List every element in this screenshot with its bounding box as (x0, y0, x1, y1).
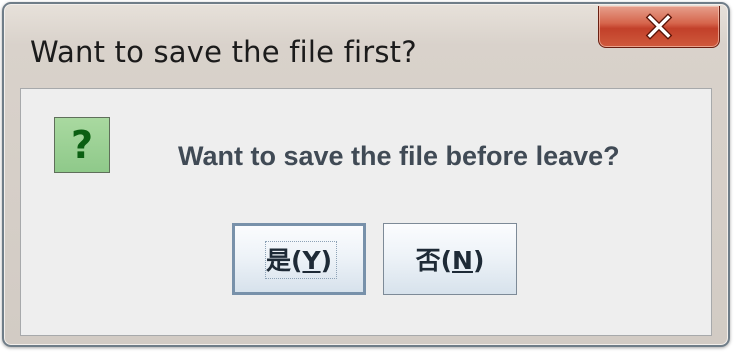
window-title: Want to save the file first? (30, 35, 417, 69)
dialog-window: Want to save the file first? ? Want to s… (2, 2, 730, 347)
no-button-label: 否(N) (415, 246, 485, 275)
dialog-message: Want to save the file before leave? (178, 141, 620, 171)
close-button[interactable] (598, 6, 720, 48)
yes-mnemonic: Y (302, 246, 321, 275)
title-bar[interactable]: Want to save the file first? (4, 4, 728, 86)
question-icon: ? (54, 117, 110, 173)
yes-button-label: 是(Y) (266, 246, 332, 275)
no-button[interactable]: 否(N) (383, 223, 517, 295)
no-mnemonic: N (452, 246, 473, 275)
yes-button[interactable]: 是(Y) (232, 223, 366, 295)
dialog-content: ? Want to save the file before leave? 是(… (20, 88, 712, 336)
close-icon (645, 12, 673, 39)
